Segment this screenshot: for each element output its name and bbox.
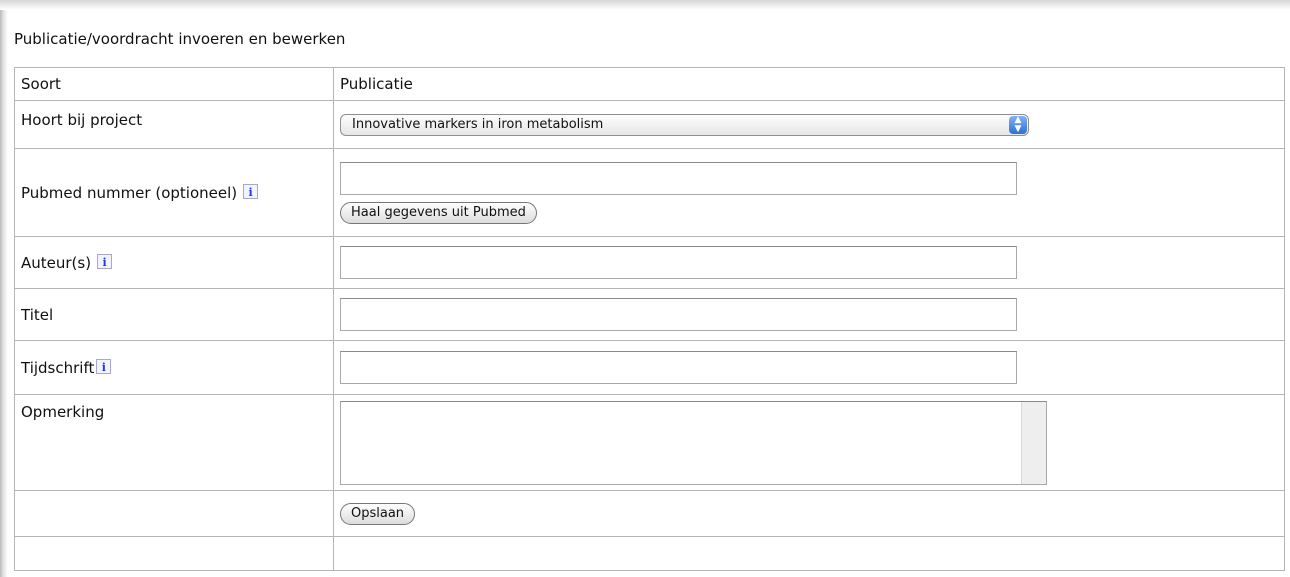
row-auteurs: Auteur(s) i [14,236,1285,289]
row-tijdschrift: Tijdschrift i [14,340,1285,395]
auteurs-input[interactable] [340,246,1017,279]
save-button[interactable]: Opslaan [340,502,416,525]
info-icon[interactable]: i [97,253,113,269]
textarea-scrollbar[interactable] [1021,401,1046,484]
tijdschrift-input[interactable] [340,351,1017,384]
row-pubmed: Pubmed nummer (optioneel) i Haal gegevens… [14,148,1285,237]
auteurs-field-cell [333,236,1285,289]
pubmed-input[interactable] [340,161,1017,195]
info-icon[interactable]: i [96,358,112,374]
empty-cell-left [14,536,334,571]
project-field-cell: Innovative markers in iron metabolism ▲ ▼ [333,100,1285,149]
row-empty [14,536,1285,571]
updown-arrows-icon: ▲ ▼ [1009,115,1027,134]
publication-form-table: Soort Publicatie Hoort bij project Innov… [14,67,1285,571]
pubmed-label: Pubmed nummer (optioneel) [21,183,238,202]
opmerking-textarea-box [340,400,1047,485]
opmerking-textarea[interactable] [341,401,1021,482]
row-save: Opslaan [14,490,1285,537]
empty-cell-right [333,536,1285,571]
titel-input[interactable] [340,298,1017,331]
opmerking-field-cell [333,394,1285,491]
soort-label: Soort [14,67,334,101]
titel-label: Titel [14,288,334,341]
tijdschrift-label-cell: Tijdschrift i [14,340,334,395]
project-select[interactable]: Innovative markers in iron metabolism ▲ ▼ [340,113,1029,136]
info-icon[interactable]: i [243,183,259,199]
window-shadow-top [0,0,1290,10]
titel-field-cell [333,288,1285,341]
project-select-value: Innovative markers in iron metabolism [352,116,604,132]
page-title: Publicatie/voordracht invoeren en bewerk… [14,30,346,48]
pubmed-label-cell: Pubmed nummer (optioneel) i [14,148,334,237]
project-label: Hoort bij project [21,111,143,129]
fetch-pubmed-button[interactable]: Haal gegevens uit Pubmed [340,201,537,224]
tijdschrift-field-cell [333,340,1285,395]
save-cell: Opslaan [333,490,1285,537]
soort-value: Publicatie [333,67,1285,101]
opmerking-label: Opmerking [21,403,105,421]
row-project: Hoort bij project Innovative markers in … [14,100,1285,149]
empty-label-cell [14,490,334,537]
row-opmerking: Opmerking [14,394,1285,491]
tijdschrift-label: Tijdschrift [21,358,95,377]
auteurs-label-cell: Auteur(s) i [14,236,334,289]
auteurs-label: Auteur(s) [21,253,92,272]
row-soort: Soort Publicatie [14,67,1285,101]
pubmed-field-cell: Haal gegevens uit Pubmed [333,148,1285,237]
row-titel: Titel [14,288,1285,341]
project-label-cell: Hoort bij project [14,100,334,149]
opmerking-label-cell: Opmerking [14,394,334,491]
window-shadow-left [0,0,8,577]
